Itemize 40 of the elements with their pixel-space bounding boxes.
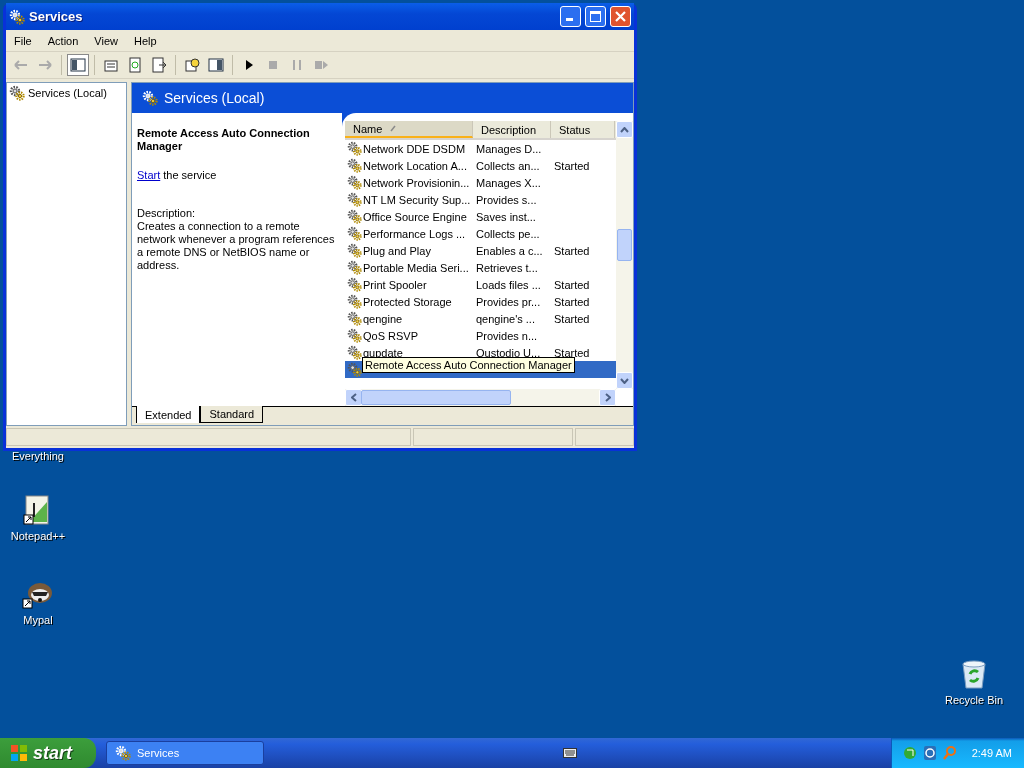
pane-title: Services (Local) [164,90,265,106]
service-description: Loads files ... [475,278,542,291]
service-name: NT LM Security Sup... [363,193,471,206]
service-description: Provides n... [475,329,539,342]
service-description: Qustodio U... [475,346,542,359]
clock: 2:49 AM [971,747,1012,759]
service-description: Saves inst... [475,210,537,223]
service-description: Retrieves t... [475,261,539,274]
service-name: Network Provisionin... [363,176,470,189]
action-text: the service [163,169,217,181]
service-name: Network Location A... [363,159,467,172]
service-status: Started [553,159,591,172]
service-description: Provides s... [475,193,538,206]
service-name: Print Spooler [363,278,427,291]
service-status: Started [553,278,591,291]
service-name: qupdate [363,346,403,359]
window-title: Services [29,9,84,24]
service-name: Portable Media Seri... [363,261,469,274]
service-name: Performance Logs ... [363,227,466,240]
service-description: Collects an... [475,159,541,172]
service-name: QoS RSVP [363,329,419,342]
tooltip: Remote Access Auto Connection Manager [362,357,575,373]
service-name: Network DDE DSDM [363,142,466,155]
description-label: Description: [137,207,197,220]
service-name: Protected Storage [363,295,452,308]
description-text: Creates a connection to a remote network whenever a program references a remote DNS or NetBIOS name or address. [137,220,336,272]
service-description: Manages X... [475,176,542,189]
service-description: Provides pr... [475,295,542,308]
service-status: Started [553,244,591,257]
service-status: Started [553,346,591,359]
service-description: Manages D... [475,142,543,155]
service-name: qengine [363,312,403,325]
service-description: qengine's ... [475,312,536,325]
service-description: Enables a c... [475,244,544,257]
service-status: Started [553,312,591,325]
service-name: Plug and Play [363,244,431,257]
service-status: Started [553,295,591,308]
service-name: Office Source Engine [363,210,467,223]
service-description: Collects pe... [475,227,541,240]
service-title: Remote Access Auto Connection Manager [137,127,311,153]
